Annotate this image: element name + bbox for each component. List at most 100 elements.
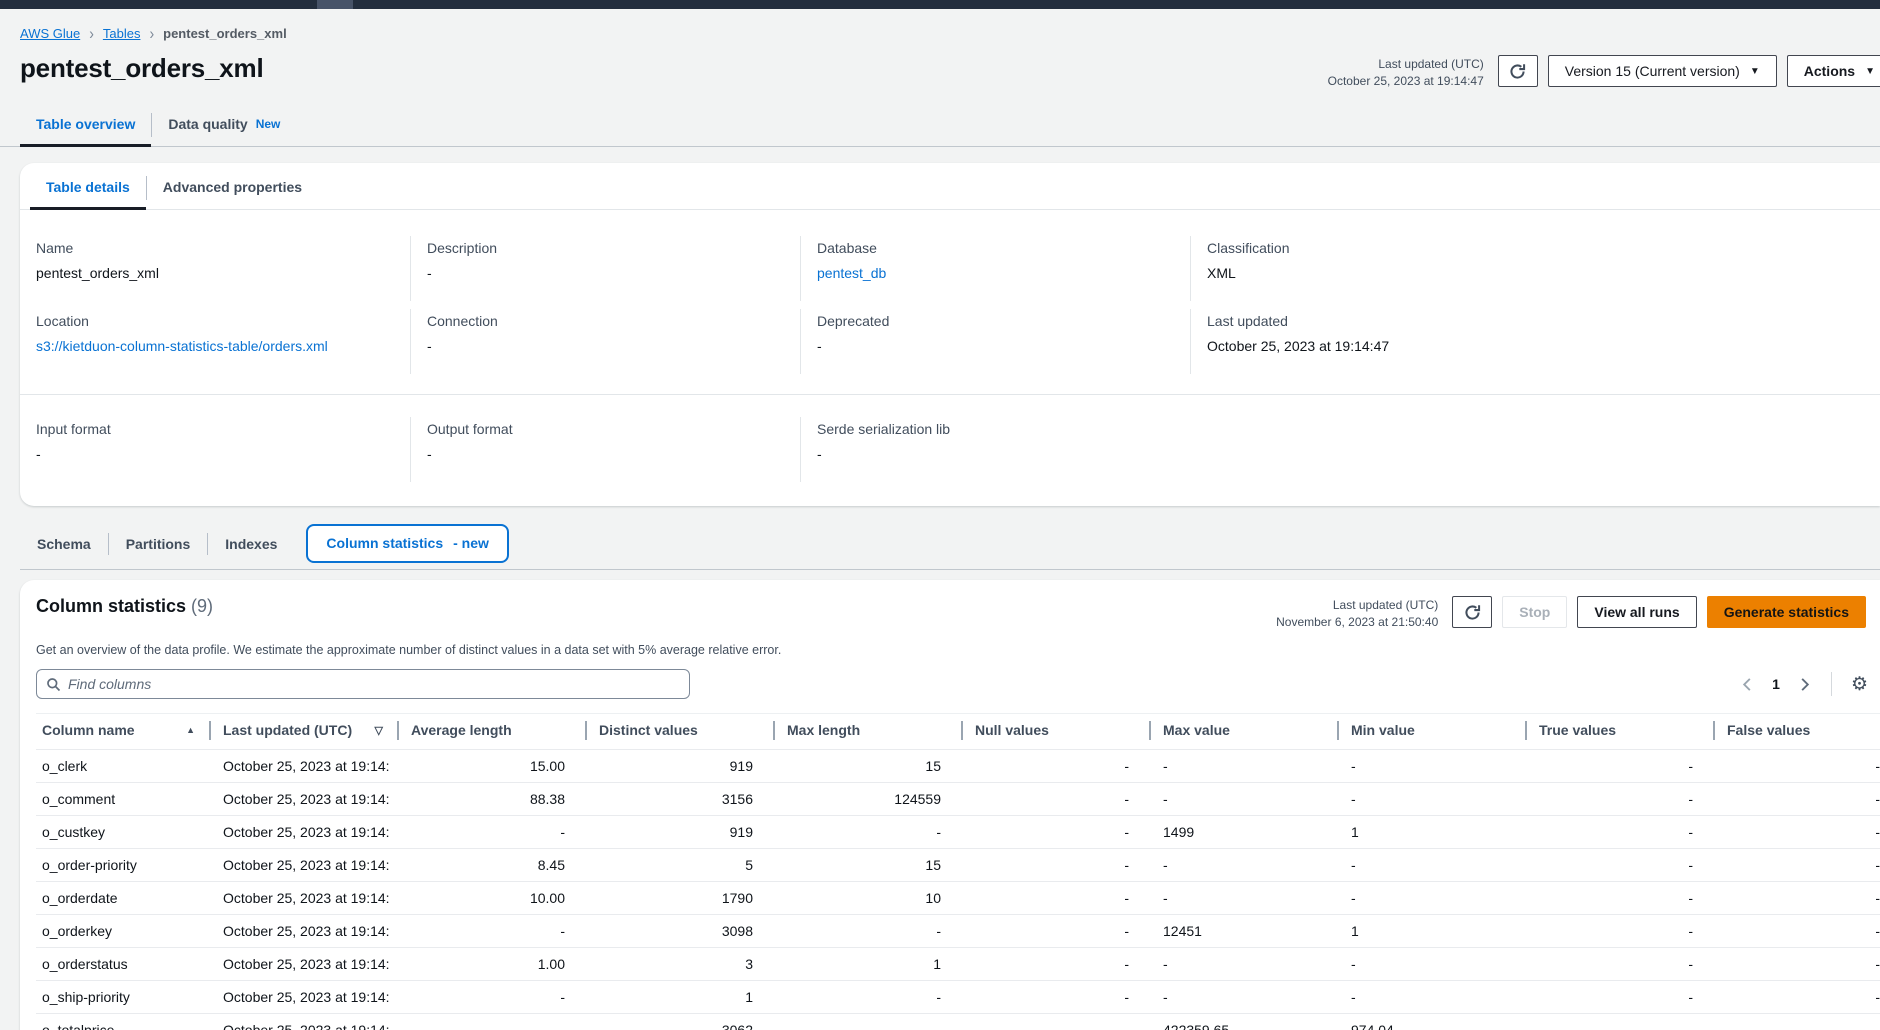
search-input[interactable] [68, 676, 680, 692]
stats-refresh-button[interactable] [1452, 596, 1492, 628]
column-header-false-values[interactable]: False values [1713, 714, 1880, 750]
actions-button[interactable]: Actions ▼ [1787, 55, 1880, 87]
next-page-button[interactable] [1795, 675, 1814, 694]
table-row: o_orderkeyOctober 25, 2023 at 19:14:-309… [36, 915, 1880, 948]
breadcrumb-current: pentest_orders_xml [163, 26, 287, 41]
cell-max-length: 1 [773, 948, 961, 981]
version-select[interactable]: Version 15 (Current version) ▼ [1548, 55, 1777, 87]
cell-last-updated: October 25, 2023 at 19:14: [209, 750, 397, 783]
cell-min-value: 1 [1337, 915, 1525, 948]
cell-distinct-values: 919 [585, 816, 773, 849]
cell-last-updated: October 25, 2023 at 19:14: [209, 783, 397, 816]
table-row: o_ship-priorityOctober 25, 2023 at 19:14… [36, 981, 1880, 1014]
stats-toolbar: 1 ⚙ [20, 657, 1880, 699]
location-link[interactable]: s3://kietduon-column-statistics-table/or… [36, 338, 328, 354]
cell-min-value: - [1337, 849, 1525, 882]
field-database: Database pentest_db [800, 236, 1190, 301]
column-statistics-table: Column name▲Last updated (UTC)▽Average l… [36, 713, 1880, 1030]
tab-column-statistics[interactable]: Column statistics - new [306, 524, 508, 563]
cell-null-values: - [961, 816, 1149, 849]
stop-button[interactable]: Stop [1502, 596, 1567, 628]
cell-max-value: - [1149, 750, 1337, 783]
cell-true-values: - [1525, 849, 1713, 882]
tab-schema[interactable]: Schema [20, 526, 108, 568]
breadcrumb-link-tables[interactable]: Tables [103, 26, 141, 41]
tab-data-quality[interactable]: Data quality New [152, 110, 296, 147]
column-header-distinct-values[interactable]: Distinct values [585, 714, 773, 750]
cell-null-values: - [961, 1014, 1149, 1030]
cell-null-values: - [961, 948, 1149, 981]
cell-min-value: - [1337, 783, 1525, 816]
tab-table-overview-label: Table overview [36, 116, 135, 132]
breadcrumb-separator-icon: › [149, 23, 154, 42]
current-page[interactable]: 1 [1772, 676, 1780, 692]
generate-statistics-button[interactable]: Generate statistics [1707, 596, 1866, 628]
cell-last-updated: October 25, 2023 at 19:14: [209, 948, 397, 981]
column-header-max-value[interactable]: Max value [1149, 714, 1337, 750]
cell-max-length: 15 [773, 849, 961, 882]
column-header-null-values[interactable]: Null values [961, 714, 1149, 750]
cell-column-name: o_orderdate [36, 882, 209, 915]
details-fields-row1: Name pentest_orders_xml Description - Da… [20, 210, 1880, 301]
column-header-label: Distinct values [599, 722, 698, 738]
table-row: o_custkeyOctober 25, 2023 at 19:14:-919-… [36, 816, 1880, 849]
tab-advanced-properties[interactable]: Advanced properties [147, 173, 318, 210]
column-header-label: Null values [975, 722, 1049, 738]
column-header-label: Last updated (UTC) [223, 722, 352, 738]
column-header-label: Column name [42, 722, 135, 738]
tab-table-details-label: Table details [46, 179, 130, 195]
field-description: Description - [410, 236, 800, 301]
search-box [36, 669, 690, 699]
tab-table-overview[interactable]: Table overview [20, 110, 151, 147]
column-header-min-value[interactable]: Min value [1337, 714, 1525, 750]
cell-max-length: - [773, 981, 961, 1014]
cell-true-values: - [1525, 915, 1713, 948]
stats-last-updated: Last updated (UTC) November 6, 2023 at 2… [1276, 596, 1438, 631]
column-header-max-length[interactable]: Max length [773, 714, 961, 750]
tab-column-statistics-suffix: - new [453, 535, 489, 551]
settings-gear-icon: ⚙ [1851, 674, 1868, 695]
cell-column-name: o_orderkey [36, 915, 209, 948]
cell-distinct-values: 3 [585, 948, 773, 981]
cell-average-length: - [397, 816, 585, 849]
column-header-average-length[interactable]: Average length [397, 714, 585, 750]
cell-distinct-values: 3156 [585, 783, 773, 816]
cell-max-value: - [1149, 981, 1337, 1014]
field-deprecated: Deprecated - [800, 309, 1190, 374]
cell-average-length: - [397, 981, 585, 1014]
table-row: o_commentOctober 25, 2023 at 19:14:88.38… [36, 783, 1880, 816]
cell-true-values: - [1525, 981, 1713, 1014]
cell-column-name: o_orderstatus [36, 948, 209, 981]
cell-false-values: - [1713, 1014, 1880, 1030]
previous-page-button[interactable] [1738, 675, 1757, 694]
view-all-runs-button[interactable]: View all runs [1577, 596, 1696, 628]
cell-max-value: - [1149, 948, 1337, 981]
tab-partitions[interactable]: Partitions [109, 526, 208, 568]
cell-average-length: 10.00 [397, 882, 585, 915]
cell-max-value: 1499 [1149, 816, 1337, 849]
refresh-button[interactable] [1498, 55, 1538, 87]
cell-false-values: - [1713, 750, 1880, 783]
last-updated-value: November 6, 2023 at 21:50:40 [1276, 614, 1438, 631]
cell-last-updated: October 25, 2023 at 19:14: [209, 1014, 397, 1030]
field-output-format: Output format - [410, 417, 800, 482]
pager-divider [1831, 672, 1832, 696]
console-top-strip-segment [317, 0, 353, 9]
table-header-row: Column name▲Last updated (UTC)▽Average l… [36, 714, 1880, 750]
cell-distinct-values: 1790 [585, 882, 773, 915]
column-header-last-updated[interactable]: Last updated (UTC)▽ [209, 714, 397, 750]
settings-gear-button[interactable]: ⚙ [1849, 675, 1870, 694]
database-link[interactable]: pentest_db [817, 265, 886, 281]
cell-min-value: 974.04 [1337, 1014, 1525, 1030]
pagination: 1 ⚙ [1738, 672, 1870, 696]
column-header-column-name[interactable]: Column name▲ [36, 714, 209, 750]
chevron-right-icon [1797, 677, 1812, 692]
cell-false-values: - [1713, 849, 1880, 882]
tab-indexes[interactable]: Indexes [208, 526, 294, 568]
breadcrumb-link-aws-glue[interactable]: AWS Glue [20, 26, 80, 41]
details-tabs: Table details Advanced properties [20, 163, 1880, 210]
column-header-true-values[interactable]: True values [1525, 714, 1713, 750]
cell-max-length: - [773, 816, 961, 849]
cell-column-name: o_order-priority [36, 849, 209, 882]
tab-table-details[interactable]: Table details [30, 173, 146, 210]
